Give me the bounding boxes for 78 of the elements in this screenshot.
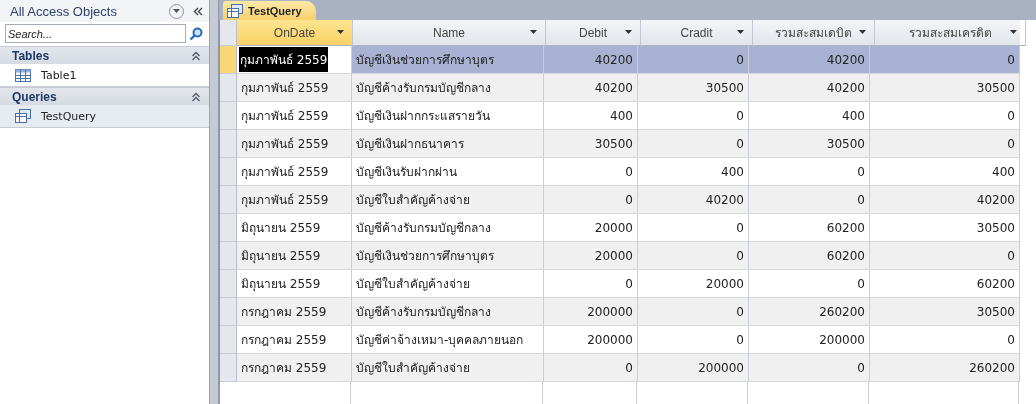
table-cell: บัญชีใบสำคัญค้างจ่าย bbox=[352, 186, 544, 214]
record-selector[interactable] bbox=[220, 270, 237, 298]
table-cell: 30500 bbox=[870, 74, 1020, 102]
table-cell: บัญชีค้างรับกรมบัญชีกลาง bbox=[352, 74, 544, 102]
table-cell: 0 bbox=[749, 354, 870, 382]
table-cell: 0 bbox=[638, 242, 749, 270]
caret-icon[interactable] bbox=[859, 30, 866, 34]
record-selector[interactable] bbox=[220, 130, 237, 158]
caret-icon bbox=[172, 8, 181, 14]
collapse-icon[interactable] bbox=[193, 6, 203, 16]
caret-icon[interactable] bbox=[737, 30, 744, 34]
table-cell: 0 bbox=[544, 186, 638, 214]
table-cell: 40200 bbox=[544, 74, 638, 102]
table-cell: 40200 bbox=[870, 186, 1020, 214]
query-icon bbox=[15, 109, 31, 123]
table-cell: 0 bbox=[870, 242, 1020, 270]
table-cell: 20000 bbox=[544, 242, 638, 270]
table-cell: 0 bbox=[638, 298, 749, 326]
record-selector[interactable] bbox=[220, 46, 237, 74]
pane-title: All Access Objects bbox=[10, 3, 118, 19]
table-cell: กุมภาพันธ์ 2559 bbox=[237, 186, 352, 214]
caret-icon[interactable] bbox=[1010, 30, 1017, 34]
table-cell: กรกฎาคม 2559 bbox=[237, 298, 352, 326]
pane-splitter[interactable] bbox=[210, 0, 219, 404]
table-cell: 60200 bbox=[749, 242, 870, 270]
record-selector[interactable] bbox=[220, 214, 237, 242]
table-cell: บัญชีเงินช่วยการศึกษาบุตร bbox=[352, 46, 544, 74]
table-cell: บัญชีเงินฝากธนาคาร bbox=[352, 130, 544, 158]
table-cell: 30500 bbox=[638, 74, 749, 102]
record-selector[interactable] bbox=[220, 186, 237, 214]
record-selector[interactable] bbox=[220, 102, 237, 130]
collapse-icon[interactable] bbox=[191, 91, 201, 102]
table-icon bbox=[15, 68, 31, 82]
table-cell: 0 bbox=[544, 354, 638, 382]
table-cell: 200000 bbox=[638, 354, 749, 382]
select-all-button[interactable] bbox=[220, 20, 237, 46]
record-selector[interactable] bbox=[220, 158, 237, 186]
table-cell: กรกฎาคม 2559 bbox=[237, 354, 352, 382]
table-cell: 30500 bbox=[749, 130, 870, 158]
table-cell: 0 bbox=[870, 130, 1020, 158]
table-cell: 40200 bbox=[544, 46, 638, 74]
column-header[interactable]: OnDate bbox=[237, 20, 353, 46]
document-tab[interactable]: TestQuery bbox=[223, 1, 316, 20]
caret-icon[interactable] bbox=[530, 30, 537, 34]
table-cell: กุมภาพันธ์ 2559 bbox=[237, 46, 352, 74]
table-cell: 40200 bbox=[749, 46, 870, 74]
table-cell: มิถุนายน 2559 bbox=[237, 242, 352, 270]
table-cell: 0 bbox=[749, 186, 870, 214]
table-cell: 200000 bbox=[544, 298, 638, 326]
table-cell: 40200 bbox=[638, 186, 749, 214]
table-cell: บัญชีค้างรับกรมบัญชีกลาง bbox=[352, 298, 544, 326]
table-cell: 30500 bbox=[870, 298, 1020, 326]
nav-item[interactable]: TestQuery bbox=[0, 105, 209, 128]
record-selector[interactable] bbox=[220, 354, 237, 382]
caret-icon[interactable] bbox=[337, 30, 344, 34]
table-cell: 0 bbox=[870, 46, 1020, 74]
group-header[interactable]: Tables bbox=[0, 46, 209, 64]
table-cell: 0 bbox=[638, 46, 749, 74]
record-selector[interactable] bbox=[220, 326, 237, 354]
table-cell: 260200 bbox=[870, 354, 1020, 382]
table-cell: 30500 bbox=[544, 130, 638, 158]
group-header[interactable]: Queries bbox=[0, 87, 209, 105]
table-cell: กุมภาพันธ์ 2559 bbox=[237, 130, 352, 158]
table-cell: บัญชีเงินช่วยการศึกษาบุตร bbox=[352, 242, 544, 270]
table-cell: 260200 bbox=[749, 298, 870, 326]
record-selector[interactable] bbox=[220, 74, 237, 102]
search-field[interactable]: Search... bbox=[5, 24, 186, 43]
query-icon bbox=[227, 3, 243, 18]
caret-icon[interactable] bbox=[625, 30, 632, 34]
search-icon[interactable] bbox=[189, 26, 203, 41]
dropdown-button[interactable] bbox=[169, 3, 184, 19]
table-cell: กุมภาพันธ์ 2559 bbox=[237, 74, 352, 102]
collapse-icon[interactable] bbox=[191, 50, 201, 61]
table-cell: 40200 bbox=[749, 74, 870, 102]
record-selector[interactable] bbox=[220, 298, 237, 326]
table-cell: บัญชีใบสำคัญค้างจ่าย bbox=[352, 354, 544, 382]
record-selector[interactable] bbox=[220, 242, 237, 270]
table-cell: 0 bbox=[638, 130, 749, 158]
